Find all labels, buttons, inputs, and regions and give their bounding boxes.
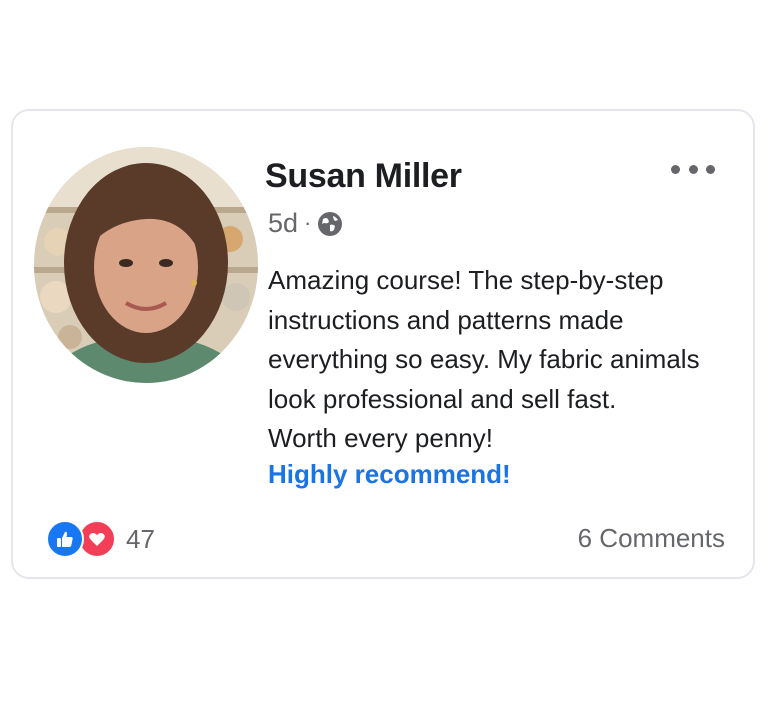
post-text-line: Worth every penny!: [268, 423, 493, 453]
post-meta: 5d ·: [268, 208, 343, 239]
post-text-line: look professional and sell fast.: [268, 383, 617, 414]
more-options-dot: [688, 164, 698, 174]
more-options-dot: [706, 164, 715, 174]
post-card: Susan Miller 5d · Amazing course! The st…: [11, 109, 755, 579]
reaction-count: 47: [126, 523, 155, 554]
post-highlight-link[interactable]: Highly recommend!: [268, 459, 511, 490]
more-options-icon: [671, 164, 680, 174]
post-text-line: Amazing course! The step-by-step: [268, 265, 664, 295]
more-options-button[interactable]: [671, 155, 715, 183]
post-timestamp[interactable]: 5d: [268, 208, 298, 239]
comments-link[interactable]: 6 Comments: [578, 523, 725, 554]
meta-separator: ·: [304, 209, 312, 235]
author-name[interactable]: Susan Miller: [265, 157, 462, 196]
globe-icon[interactable]: [317, 211, 343, 237]
avatar[interactable]: [34, 147, 258, 383]
reactions-summary[interactable]: 47: [46, 520, 155, 558]
post-body: Amazing course! The step-by-step instruc…: [268, 261, 748, 459]
like-icon: [46, 520, 84, 558]
post-text-line: everything so easy. My fabric animals: [268, 344, 700, 374]
profile-photo: [34, 147, 258, 383]
post-text-line: instructions and patterns made: [268, 304, 624, 335]
